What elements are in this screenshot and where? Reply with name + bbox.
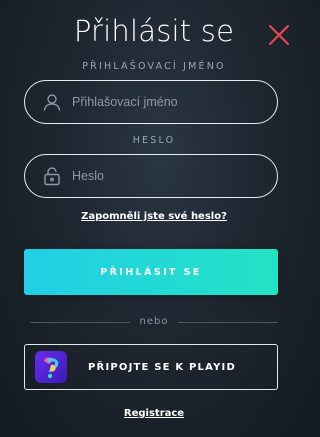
username-field[interactable] bbox=[24, 80, 278, 124]
page-title: Přihlásit se bbox=[73, 14, 235, 48]
playid-button[interactable]: PŘIPOJTE SE K PLAYID bbox=[24, 344, 278, 390]
password-input[interactable] bbox=[72, 169, 261, 183]
forgot-password-link[interactable]: Zapomněli jste své heslo? bbox=[0, 211, 308, 222]
lock-icon bbox=[42, 166, 62, 186]
playid-logo-icon bbox=[35, 351, 67, 383]
username-input[interactable] bbox=[72, 95, 261, 109]
user-icon bbox=[42, 92, 62, 112]
divider-line-right bbox=[178, 322, 278, 323]
login-button[interactable]: PŘIHLÁSIT SE bbox=[24, 249, 278, 295]
playid-button-label: PŘIPOJTE SE K PLAYID bbox=[88, 361, 236, 373]
close-icon[interactable] bbox=[266, 22, 292, 48]
password-label: HESLO bbox=[132, 135, 176, 146]
username-label: PŘIHLAŠOVACÍ JMÉNO bbox=[82, 61, 226, 72]
password-field[interactable] bbox=[24, 154, 278, 198]
register-link[interactable]: Registrace bbox=[0, 408, 308, 419]
